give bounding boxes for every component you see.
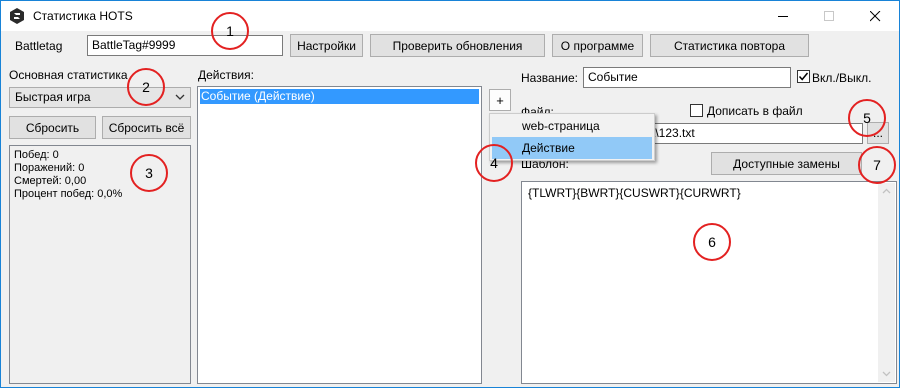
battletag-input[interactable]: BattleTag#9999 (87, 35, 283, 56)
stats-winrate: Процент побед: 0,0% (14, 188, 123, 200)
close-button[interactable] (853, 1, 899, 31)
annotation-marker-1: 1 (211, 12, 249, 50)
check-updates-button[interactable]: Проверить обновления (370, 34, 545, 57)
annotation-marker-2: 2 (127, 68, 165, 106)
reset-all-button[interactable]: Сбросить всё (102, 116, 191, 139)
replay-stats-button[interactable]: Статистика повтора (650, 34, 809, 57)
battletag-label: Battletag (15, 39, 63, 53)
annotation-marker-4: 4 (475, 144, 513, 182)
template-editor[interactable]: {TLWRT}{BWRT}{CUSWRT}{CURWRT} (521, 181, 897, 384)
scroll-down-icon[interactable] (882, 371, 891, 377)
replacements-button[interactable]: Доступные замены (711, 152, 862, 175)
add-action-button[interactable]: + (489, 89, 511, 111)
main-stats-title: Основная статистика (9, 68, 128, 82)
name-input[interactable]: Событие (583, 67, 791, 88)
annotation-marker-7: 7 (858, 146, 896, 184)
menu-item-action[interactable]: Действие (492, 137, 652, 159)
actions-title: Действия: (198, 68, 254, 82)
add-action-menu: web-страница Действие (489, 113, 655, 161)
template-scrollbar[interactable] (878, 183, 895, 382)
game-mode-selected: Быстрая игра (15, 90, 91, 104)
settings-button[interactable]: Настройки (290, 34, 363, 57)
annotation-marker-6: 6 (693, 223, 731, 261)
title-bar: Статистика HOTS (1, 1, 899, 31)
main-window: Статистика HOTS Battletag BattleTag#9999… (0, 0, 900, 388)
enabled-label: Вкл./Выкл. (812, 71, 872, 85)
chevron-down-icon (175, 94, 185, 100)
name-label: Название: (521, 71, 578, 85)
maximize-icon (824, 11, 834, 21)
minimize-icon (778, 16, 788, 17)
scroll-up-icon[interactable] (882, 188, 891, 194)
enabled-checkbox[interactable] (797, 70, 810, 83)
actions-list[interactable]: Событие (Действие) (197, 86, 482, 384)
annotation-marker-3: 3 (130, 154, 168, 192)
template-text: {TLWRT}{BWRT}{CUSWRT}{CURWRT} (528, 186, 741, 200)
about-button[interactable]: О программе (552, 34, 643, 57)
append-checkbox[interactable] (690, 104, 703, 117)
reset-button[interactable]: Сбросить (9, 116, 96, 139)
annotation-marker-5: 5 (848, 99, 886, 137)
window-title: Статистика HOTS (33, 9, 133, 23)
hots-logo-icon (9, 8, 25, 24)
checkmark-icon (798, 72, 809, 81)
minimize-button[interactable] (761, 1, 807, 31)
maximize-button[interactable] (807, 1, 853, 31)
append-label: Дописать в файл (707, 104, 803, 118)
list-item[interactable]: Событие (Действие) (200, 89, 479, 104)
menu-item-web-page[interactable]: web-страница (492, 115, 652, 137)
close-icon (870, 11, 881, 22)
file-path-value: t\123.txt (652, 126, 695, 140)
